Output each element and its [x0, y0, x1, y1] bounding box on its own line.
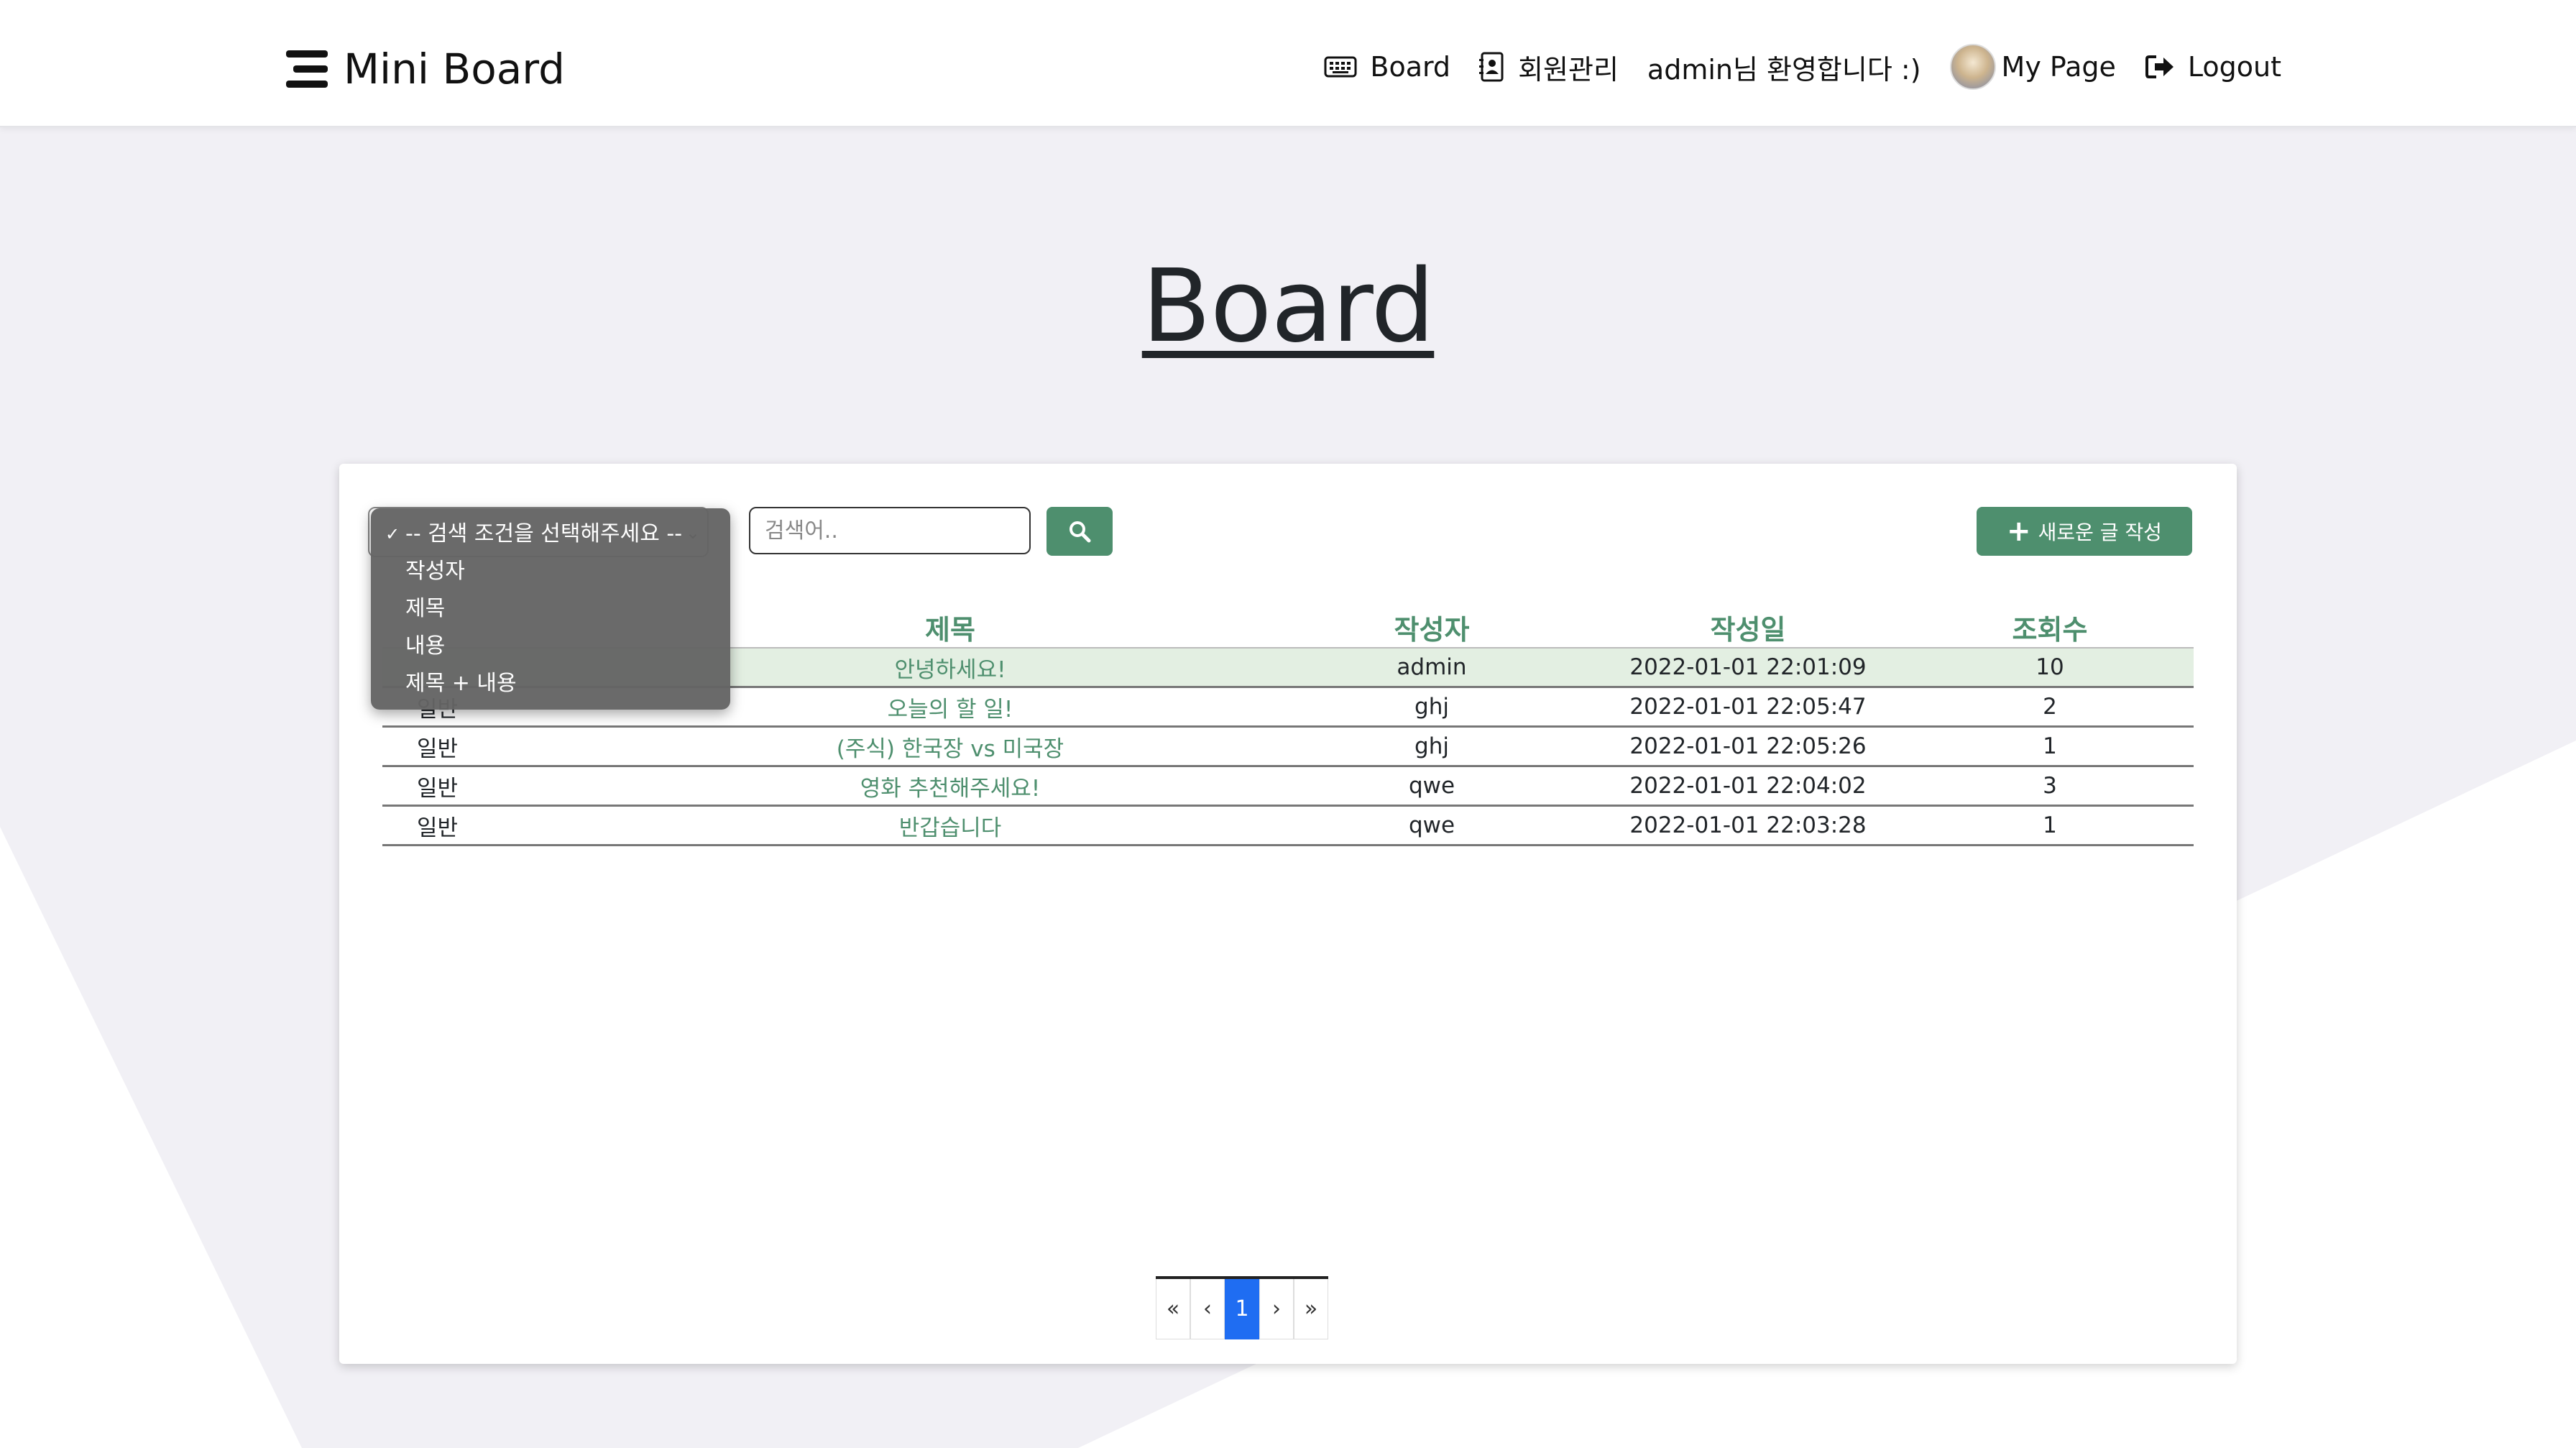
new-post-label: 새로운 글 작성: [2038, 521, 2162, 544]
row-category: 일반: [382, 805, 627, 846]
row-title-link[interactable]: 반갑습니다: [627, 805, 1274, 846]
keyboard-icon: [1324, 56, 1357, 78]
logout-icon: [2145, 55, 2174, 78]
nav-links: Board 회원관리 admin님 환영합니다 :) My Page Logou…: [1295, 44, 2281, 90]
page-title: Board: [1141, 248, 1435, 365]
search-input[interactable]: [749, 507, 1031, 554]
row-author: ghj: [1274, 726, 1590, 767]
nav-mypage-label: My Page: [2001, 51, 2116, 83]
row-views: 3: [1906, 766, 2194, 807]
dropdown-option-content[interactable]: 내용: [371, 628, 730, 665]
row-author: admin: [1274, 647, 1590, 688]
row-views: 1: [1906, 805, 2194, 846]
page-next-button[interactable]: ›: [1259, 1279, 1294, 1339]
header-author: 작성자: [1274, 608, 1590, 649]
nav-mypage-link[interactable]: My Page: [1949, 44, 2116, 90]
checkmark-icon: ✓: [385, 524, 400, 544]
avatar: [1949, 44, 1996, 90]
dropdown-option-author[interactable]: 작성자: [371, 553, 730, 590]
row-title-link[interactable]: 영화 추천해주세요!: [627, 766, 1274, 807]
page-last-button[interactable]: »: [1294, 1279, 1328, 1339]
nav-board-label: Board: [1370, 51, 1451, 83]
row-author: ghj: [1274, 687, 1590, 728]
brand-name: Mini Board: [344, 45, 565, 93]
new-post-button[interactable]: + 새로운 글 작성: [1977, 507, 2192, 556]
dropdown-option-default[interactable]: ✓ -- 검색 조건을 선택해주세요 --: [371, 515, 730, 553]
plus-icon: +: [2007, 515, 2031, 548]
contact-book-icon: [1479, 52, 1504, 82]
table-row[interactable]: 일반 영화 추천해주세요! qwe 2022-01-01 22:04:02 3: [382, 766, 2194, 807]
page-prev-button[interactable]: ‹: [1190, 1279, 1225, 1339]
search-icon: [1070, 521, 1091, 543]
top-navbar: Mini Board Board 회원관리 admin님 환영합니다 :) My…: [0, 0, 2576, 127]
nav-logout-link[interactable]: Logout: [2145, 51, 2281, 83]
brand[interactable]: Mini Board: [286, 45, 565, 93]
header-views: 조회수: [1906, 608, 2194, 649]
header-date: 작성일: [1590, 608, 1906, 649]
pagination: « ‹ 1 › »: [1156, 1276, 1328, 1339]
search-button[interactable]: [1046, 507, 1113, 556]
row-date: 2022-01-01 22:05:47: [1590, 687, 1906, 728]
row-author: qwe: [1274, 766, 1590, 807]
welcome-text: admin님 환영합니다 :): [1647, 53, 1921, 86]
row-views: 2: [1906, 687, 2194, 728]
dropdown-option-title[interactable]: 제목: [371, 590, 730, 628]
nav-logout-label: Logout: [2187, 51, 2281, 83]
row-views: 1: [1906, 726, 2194, 767]
row-category: 일반: [382, 766, 627, 807]
row-author: qwe: [1274, 805, 1590, 846]
row-date: 2022-01-01 22:04:02: [1590, 766, 1906, 807]
search-condition-dropdown: ✓ -- 검색 조건을 선택해주세요 -- 작성자 제목 내용 제목 + 내용: [371, 508, 730, 710]
row-date: 2022-01-01 22:05:26: [1590, 726, 1906, 767]
page-first-button[interactable]: «: [1156, 1279, 1190, 1339]
dropdown-option-label: -- 검색 조건을 선택해주세요 --: [405, 521, 683, 546]
table-row[interactable]: 일반 (주식) 한국장 vs 미국장 ghj 2022-01-01 22:05:…: [382, 726, 2194, 767]
table-row[interactable]: 일반 반갑습니다 qwe 2022-01-01 22:03:28 1: [382, 805, 2194, 846]
nav-members-link[interactable]: 회원관리: [1479, 47, 1619, 87]
row-views: 10: [1906, 647, 2194, 688]
page-current-button[interactable]: 1: [1225, 1279, 1259, 1339]
nav-board-link[interactable]: Board: [1324, 51, 1450, 83]
menu-icon: [286, 50, 328, 88]
row-title-link[interactable]: (주식) 한국장 vs 미국장: [627, 726, 1274, 767]
nav-members-label: 회원관리: [1518, 53, 1619, 86]
row-date: 2022-01-01 22:03:28: [1590, 805, 1906, 846]
row-date: 2022-01-01 22:01:09: [1590, 647, 1906, 688]
row-category: 일반: [382, 726, 627, 767]
dropdown-option-title-content[interactable]: 제목 + 내용: [371, 665, 730, 702]
